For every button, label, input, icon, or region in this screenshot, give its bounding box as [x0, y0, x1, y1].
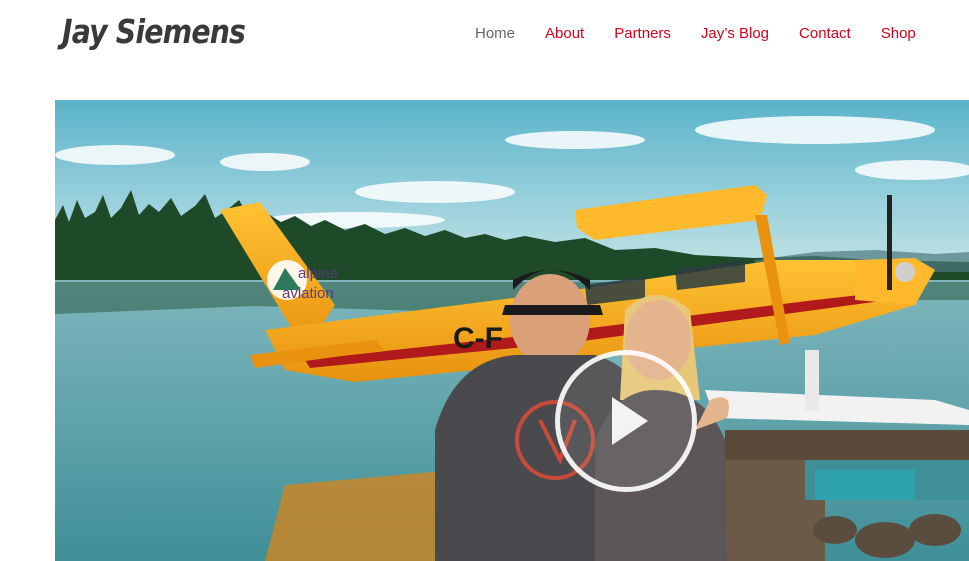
- plane-registration: C-F: [453, 322, 503, 355]
- plane-logo-line2: aviation: [282, 285, 334, 302]
- nav-blog-link[interactable]: Jay’s Blog: [686, 25, 784, 42]
- hero-video[interactable]: alpine aviation C-F: [55, 100, 969, 561]
- nav-contact-link[interactable]: Contact: [784, 25, 866, 42]
- video-thumbnail: alpine aviation C-F: [55, 100, 969, 561]
- dock: [725, 430, 969, 561]
- site-header: Jay Siemens Home About Partners Jay’s Bl…: [0, 0, 969, 100]
- play-icon: [612, 397, 648, 445]
- nav-about-link[interactable]: About: [530, 25, 599, 42]
- nav-shop-link[interactable]: Shop: [866, 25, 931, 42]
- plane-logo-line1: alpine: [298, 265, 338, 282]
- play-button[interactable]: [555, 350, 697, 492]
- nav-home-link[interactable]: Home: [460, 25, 530, 42]
- main-nav: Home About Partners Jay’s Blog Contact S…: [460, 25, 931, 42]
- nav-partners-link[interactable]: Partners: [599, 25, 686, 42]
- site-logo[interactable]: Jay Siemens: [62, 12, 246, 51]
